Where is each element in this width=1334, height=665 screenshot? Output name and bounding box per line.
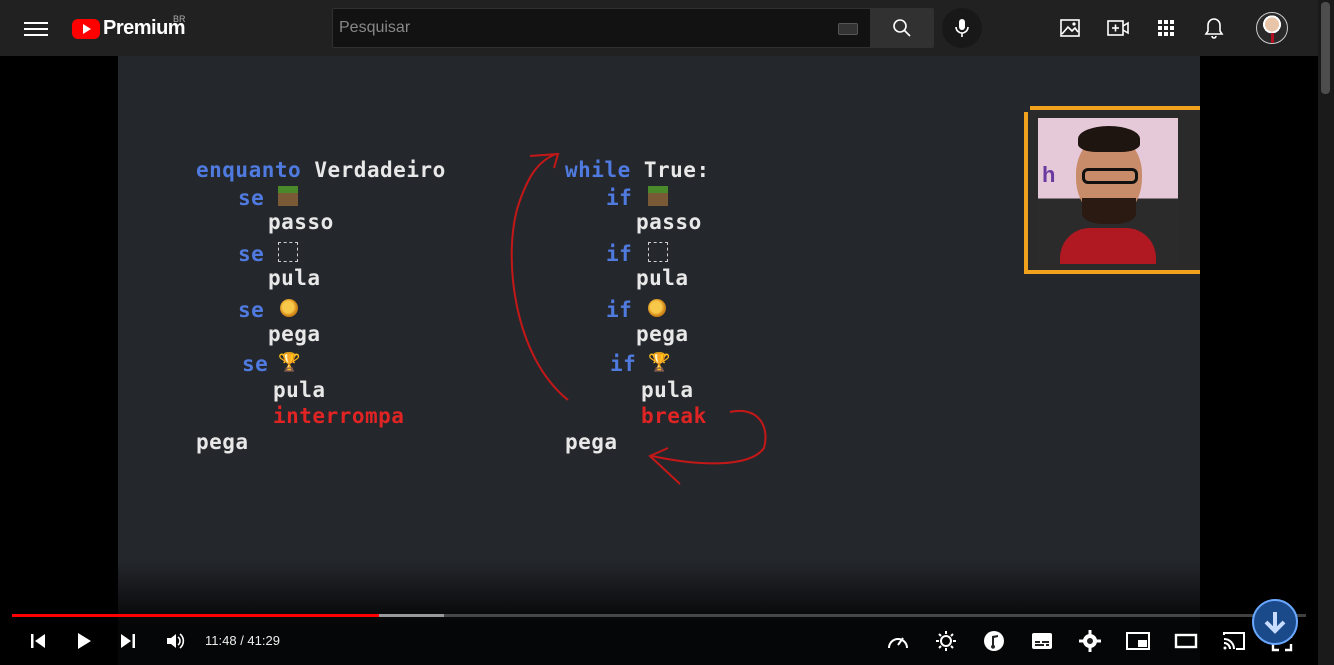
ambient-mode-button[interactable] [934,629,958,653]
facecam-logo-text: h [1042,162,1056,187]
notifications-bell-icon[interactable] [1202,16,1226,40]
masthead: Premium BR [0,0,1318,56]
miniplayer-button[interactable] [1126,629,1150,653]
loop-arrow-path [510,153,569,401]
music-note-icon [984,631,1004,651]
voice-search-button[interactable] [942,8,982,48]
create-video-icon[interactable] [1106,16,1130,40]
theater-mode-button[interactable] [1174,629,1198,653]
page-scrollbar-thumb[interactable] [1321,2,1330,94]
logo-region: BR [173,14,186,24]
break-arrowhead [648,447,681,485]
keyboard-icon[interactable] [838,23,858,35]
previous-button[interactable] [26,629,50,653]
speedometer-icon [888,637,908,649]
theater-icon [1174,633,1198,649]
download-arrow-icon [1264,612,1286,634]
subtitles-icon [1032,633,1052,649]
player-controls-gradient [0,560,1318,665]
cast-icon [1223,632,1245,650]
previous-icon [31,634,45,648]
time-separator: / [236,633,248,648]
apps-grid-icon[interactable] [1154,16,1178,40]
next-button[interactable] [116,629,140,653]
play-button[interactable] [72,629,96,653]
gear-icon [1079,630,1101,652]
volume-icon [167,633,185,649]
miniplayer-icon [1126,632,1150,650]
floating-download-button[interactable] [1252,599,1298,645]
current-time: 11:48 [205,633,237,648]
break-arrow-path [651,409,767,465]
playback-speed-button[interactable] [886,629,910,653]
menu-icon[interactable] [24,18,48,38]
settings-button[interactable] [1078,629,1102,653]
account-avatar[interactable] [1256,12,1288,44]
presenter-photo: h [1038,118,1178,264]
progress-played [12,614,380,617]
next-icon [121,634,135,648]
search-icon [893,19,911,37]
time-display: 11:48 / 41:29 [205,633,280,648]
search-input[interactable] [333,9,870,47]
subtitles-button[interactable] [1030,629,1054,653]
progress-bar[interactable] [12,614,1306,617]
search-button[interactable] [870,8,934,48]
duration: 41:29 [247,633,280,648]
cast-button[interactable] [1222,629,1246,653]
youtube-premium-logo[interactable]: Premium BR [72,14,186,40]
music-button[interactable] [982,629,1006,653]
image-icon[interactable] [1058,16,1082,40]
youtube-play-icon [72,18,100,39]
page-scrollbar[interactable] [1318,0,1334,665]
sun-gear-icon [936,631,956,651]
play-icon [78,633,91,649]
facecam-frame: h [1020,102,1200,274]
microphone-icon [955,19,969,37]
volume-button[interactable] [163,629,187,653]
search-box [332,8,871,48]
